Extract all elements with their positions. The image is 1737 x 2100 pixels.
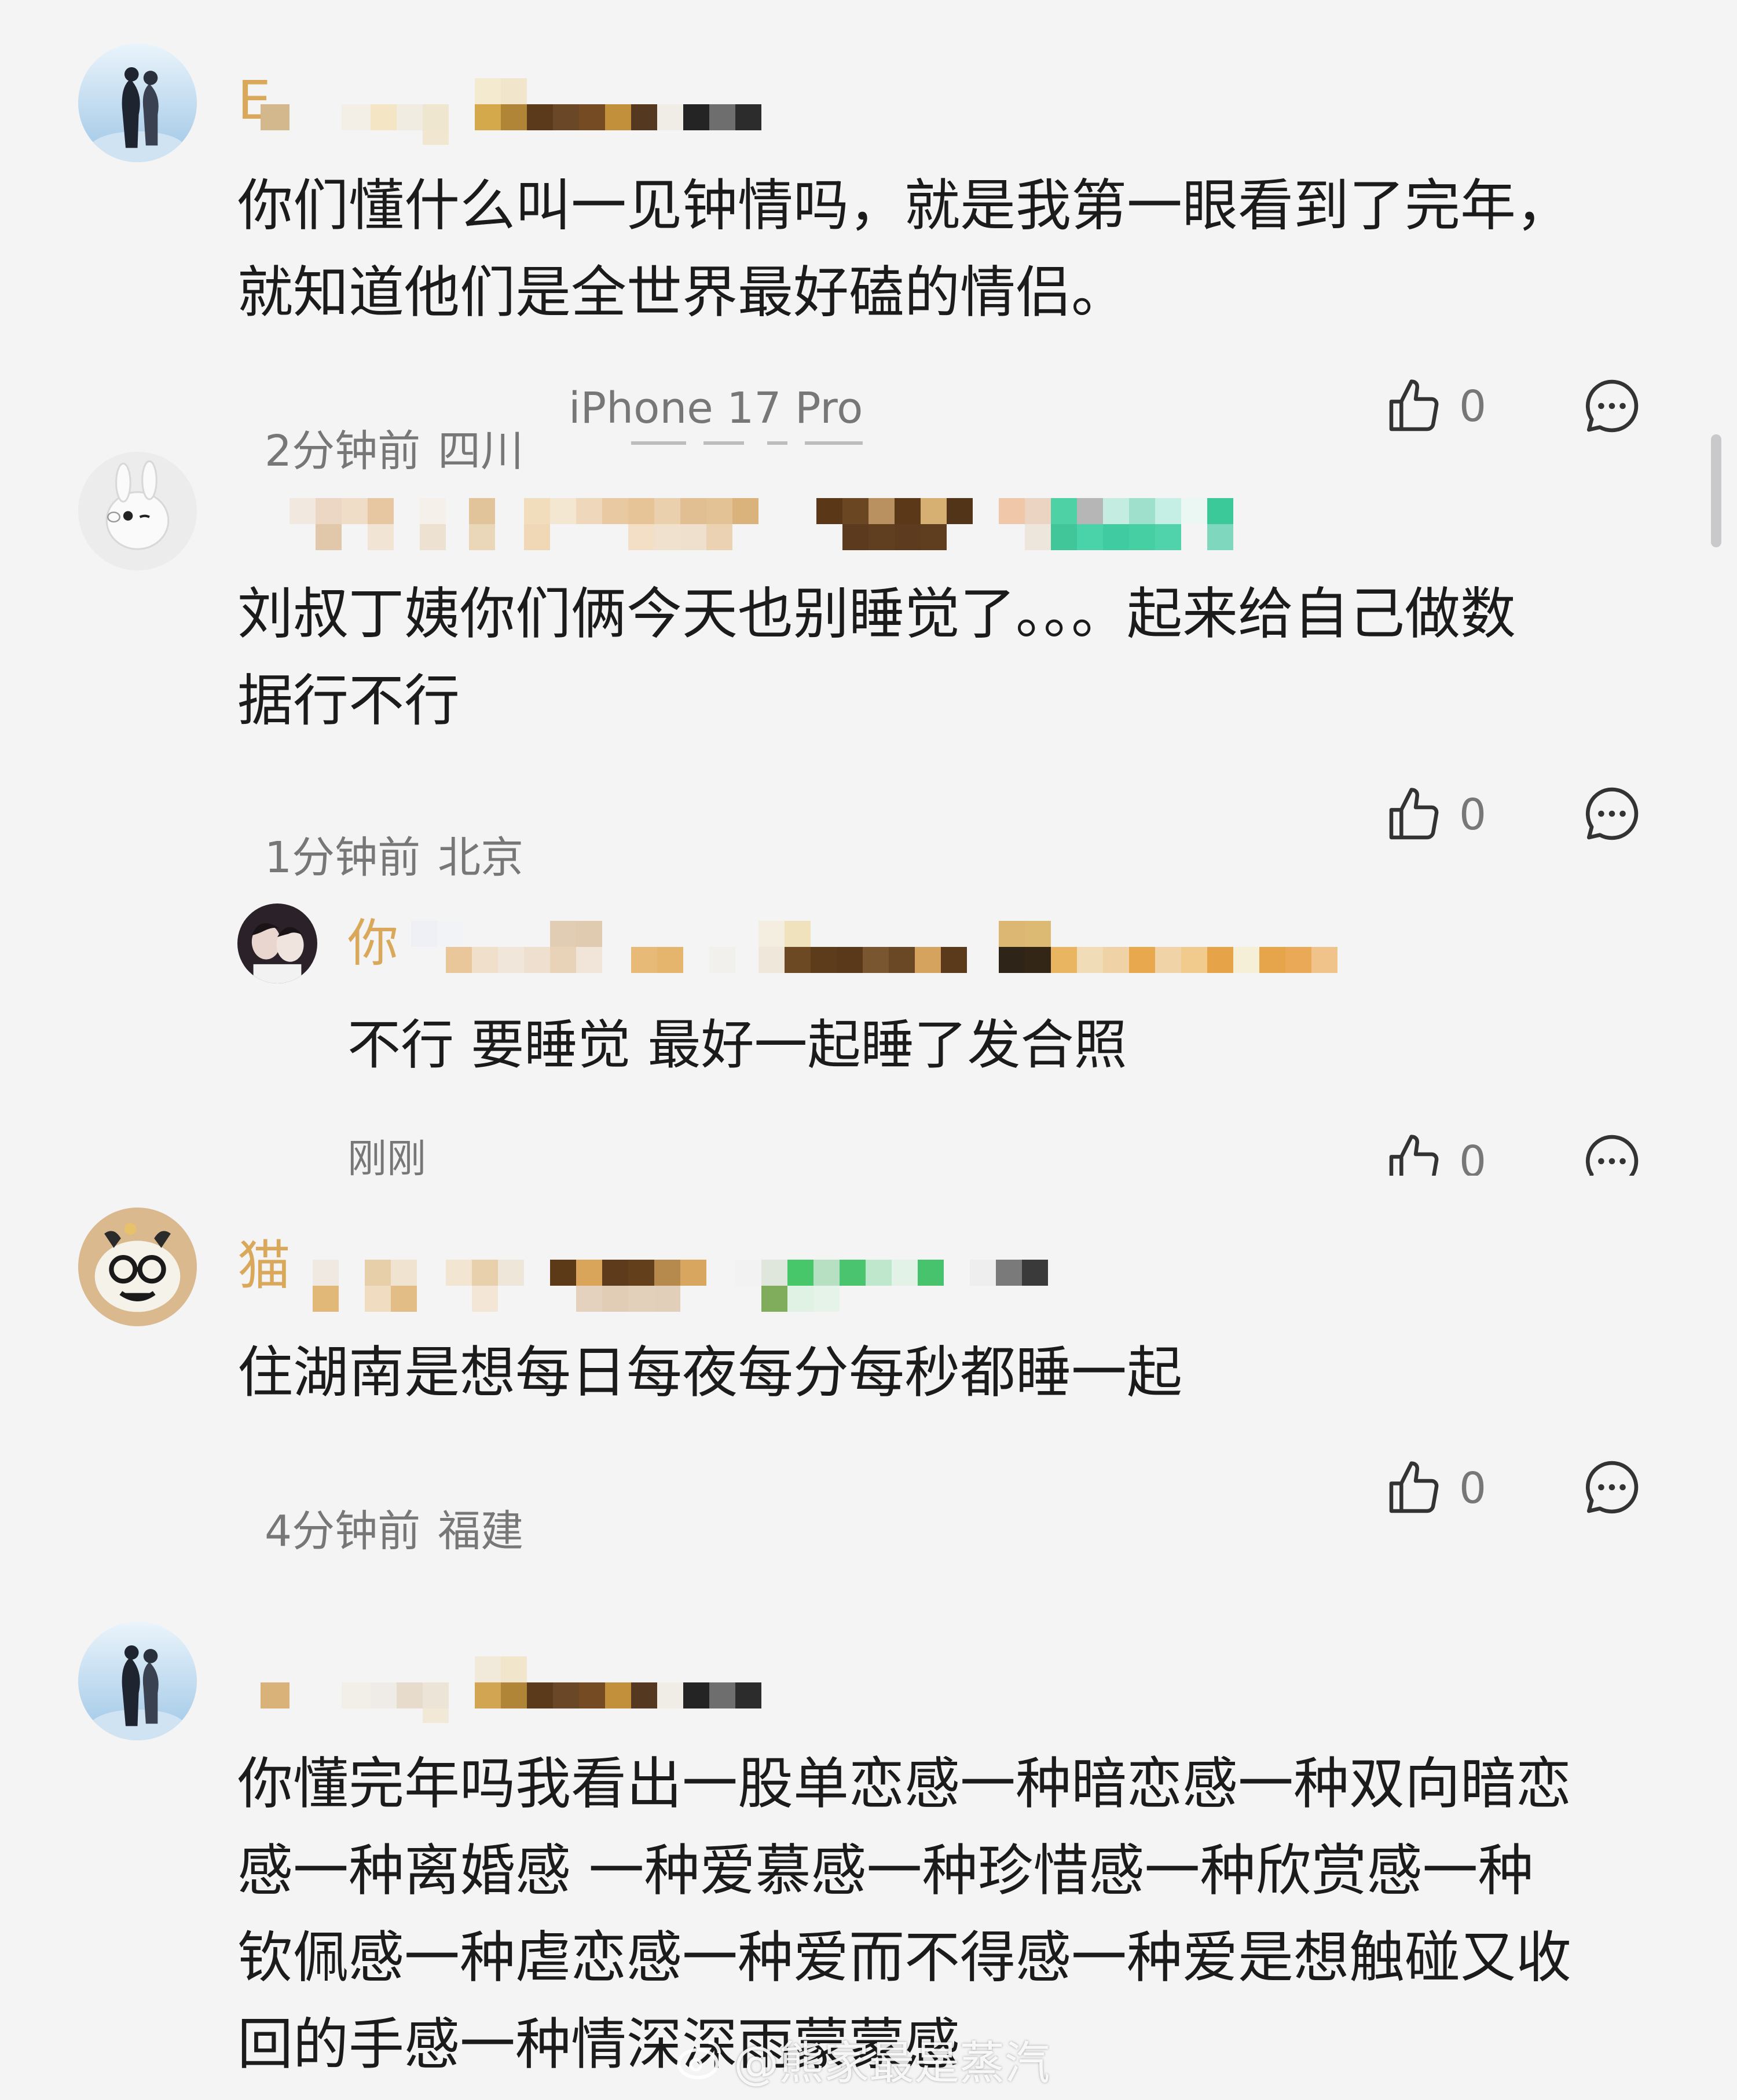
comment-text-line: 你们懂什么叫一见钟情吗，就是我第一眼看到了完年， — [237, 173, 1571, 238]
reply-button[interactable] — [1581, 1131, 1643, 1176]
thumbs-up-icon — [1389, 788, 1439, 840]
user-avatar[interactable] — [78, 43, 197, 162]
comment-bubble-icon — [1586, 787, 1639, 840]
reply-button[interactable] — [1581, 1457, 1643, 1518]
blurred-username — [290, 1260, 1100, 1318]
like-button[interactable]: 0 — [1384, 376, 1486, 437]
username[interactable]: 猫 — [237, 1239, 291, 1293]
avatar-image — [78, 1208, 197, 1326]
like-count: 0 — [1459, 1137, 1487, 1176]
blurred-username — [290, 498, 1239, 556]
blurred-username — [261, 1656, 770, 1723]
comment-bubble-icon — [1586, 1461, 1639, 1514]
like-button[interactable]: 0 — [1384, 785, 1486, 845]
thumbs-up-icon — [1389, 1461, 1439, 1513]
comment-text-line: 就知道他们是全世界最好磕的情侣。 — [237, 260, 1127, 325]
comment-device: iPhone 17 Pro — [569, 383, 863, 433]
reply-button[interactable] — [1581, 375, 1643, 437]
comment-text-line: 钦佩感一种虐恋感一种爱而不得感一种爱是想触碰又收 — [237, 1925, 1571, 1990]
user-avatar[interactable] — [78, 452, 197, 570]
avatar-image — [78, 452, 197, 570]
comment-location: 北京 — [438, 833, 524, 883]
reply-text: 不行 要睡觉 最好一起睡了发合照 — [347, 1014, 1127, 1076]
user-avatar[interactable] — [78, 1622, 197, 1740]
device-underline — [631, 441, 863, 445]
comment-bubble-icon — [1586, 379, 1639, 433]
user-avatar[interactable] — [78, 1208, 197, 1326]
reply-avatar[interactable] — [237, 903, 317, 983]
comment-meta: 2分钟前 四川 — [237, 387, 541, 473]
watermark: @熊家最是蒸汽 — [675, 2027, 1050, 2092]
like-count: 0 — [1459, 382, 1487, 431]
comment-text-line: 据行不行 — [237, 668, 460, 733]
thumbs-up-icon — [1389, 379, 1439, 431]
avatar-image — [237, 903, 317, 983]
comment-location: 福建 — [438, 1506, 524, 1556]
like-count: 0 — [1459, 790, 1487, 840]
comment-meta: 1分钟前 北京 — [237, 793, 541, 879]
blurred-username — [394, 921, 1343, 979]
comment-time: 1分钟前 — [265, 833, 421, 883]
comment-text-line: 你懂完年吗我看出一股单恋感一种暗恋感一种双向暗恋 — [237, 1751, 1571, 1816]
like-button[interactable]: 0 — [1384, 1458, 1486, 1519]
comment-meta: 4分钟前 福建 — [237, 1467, 541, 1553]
scrollbar[interactable] — [1711, 434, 1721, 547]
blurred-username — [261, 78, 770, 145]
thumbs-up-icon — [1389, 1135, 1439, 1176]
comment-bubble-icon — [1586, 1135, 1639, 1176]
reply-button[interactable] — [1581, 783, 1643, 844]
like-button[interactable]: 0 — [1384, 1132, 1486, 1176]
reply-time: 刚刚 — [347, 1136, 427, 1176]
comment-text-line: 感一种离婚感 一种爱慕感一种珍惜感一种欣赏感一种 — [237, 1838, 1534, 1903]
comment-time: 2分钟前 — [265, 426, 421, 476]
avatar-image — [78, 43, 197, 162]
comment-time: 4分钟前 — [265, 1506, 421, 1556]
weibo-logo-icon — [677, 2040, 721, 2080]
reply-meta-row: 刚刚 0 — [0, 1124, 1737, 1176]
comment-location: 四川 — [438, 426, 524, 476]
like-count: 0 — [1459, 1464, 1487, 1513]
reply-username[interactable]: 你 — [347, 918, 398, 969]
watermark-text: @熊家最是蒸汽 — [734, 2037, 1050, 2090]
comment-text-line: 刘叔丁姨你们俩今天也别睡觉了。。。起来给自己做数 — [237, 581, 1516, 646]
comment-text-line: 住湖南是想每日每夜每分每秒都睡一起 — [237, 1340, 1182, 1405]
avatar-image — [78, 1622, 197, 1740]
